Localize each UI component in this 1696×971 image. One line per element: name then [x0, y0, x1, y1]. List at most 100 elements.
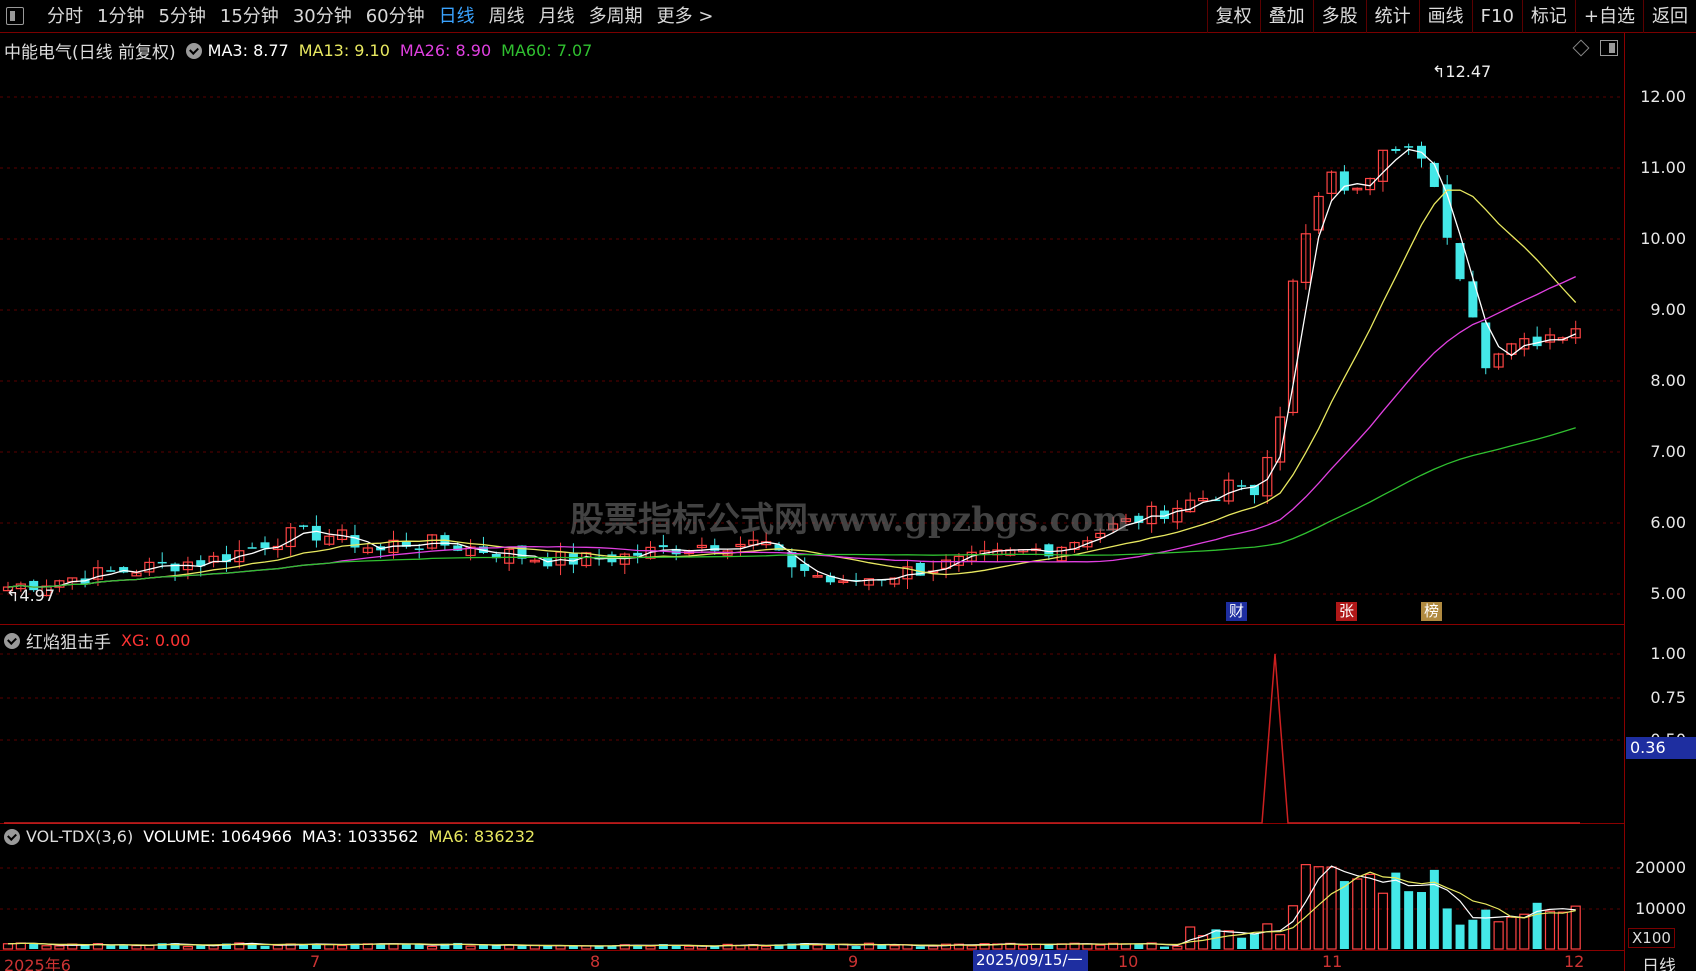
- indicator-xg: XG: 0.00: [121, 631, 191, 650]
- chart-canvas[interactable]: [0, 0, 1624, 950]
- volume-bar: [1352, 878, 1363, 950]
- volume-bar: [928, 945, 939, 950]
- indicator-signal-line: [4, 653, 1580, 824]
- volume-bar: [131, 945, 142, 950]
- candle-body: [1481, 322, 1491, 369]
- volume-toggle-icon[interactable]: [4, 828, 20, 845]
- price-tick: 9.00: [1650, 300, 1686, 319]
- candle-body: [568, 553, 578, 565]
- volume-name[interactable]: VOL-TDX(3,6): [26, 827, 133, 846]
- volume-bar: [1481, 909, 1491, 949]
- watermark: 股票指标公式网www.gpzbgs.com: [570, 500, 1129, 540]
- volume-bar: [1442, 908, 1452, 949]
- indicator-tick: 0.75: [1650, 688, 1686, 707]
- volume-bar: [1262, 923, 1273, 950]
- indicator-name[interactable]: 红焰狙击手: [26, 628, 111, 653]
- cursor-date: 2025/09/15/一: [973, 950, 1088, 971]
- volume-bar: [1557, 911, 1568, 950]
- volume-bar: [1455, 924, 1465, 949]
- price-axis-divider: [1624, 33, 1625, 971]
- x-axis-label: 10: [1118, 952, 1139, 971]
- volume-bar: [761, 945, 772, 950]
- volume-bar: [1532, 902, 1542, 949]
- volume-bar: [517, 946, 527, 949]
- volume-bar: [337, 944, 348, 950]
- volume-bar: [414, 944, 424, 949]
- volume-bar: [555, 945, 566, 950]
- volume-bar: [966, 945, 977, 950]
- volume-bar: [504, 944, 515, 950]
- x-axis-label: 11: [1322, 952, 1343, 971]
- volume-value: VOLUME: 1064966: [143, 827, 292, 846]
- volume-bar: [889, 945, 900, 950]
- volume-bar: [106, 945, 116, 949]
- marker-limit-up[interactable]: 张: [1336, 602, 1358, 621]
- price-tick: 6.00: [1650, 513, 1686, 532]
- indicator-legend: 红焰狙击手 XG: 0.00: [4, 628, 200, 653]
- candle-body: [247, 547, 257, 549]
- volume-bar: [272, 944, 283, 950]
- candle-body: [1429, 162, 1439, 187]
- x-axis-label: 12: [1564, 952, 1585, 971]
- low-price-label: ↰4.97: [6, 586, 56, 605]
- candle-body: [1404, 146, 1414, 148]
- volume-bar: [1018, 944, 1029, 950]
- candle-body: [157, 561, 167, 564]
- x-axis-label: 2025年6: [4, 956, 71, 971]
- price-tick: 11.00: [1640, 158, 1686, 177]
- volume-bar: [260, 945, 270, 949]
- volume-bar: [1339, 881, 1349, 949]
- volume-bar: [1364, 873, 1376, 950]
- volume-unit: X100: [1628, 928, 1675, 948]
- price-tick: 10.00: [1640, 229, 1686, 248]
- candle-body: [1237, 485, 1247, 487]
- volume-bar: [1249, 933, 1259, 949]
- volume-bar: [1237, 937, 1247, 949]
- indicator-toggle-icon[interactable]: [4, 632, 20, 649]
- indicator-current-value: 0.36: [1626, 737, 1696, 759]
- marker-finance[interactable]: 财: [1226, 602, 1248, 621]
- indicator-tick: 1.00: [1650, 644, 1686, 663]
- volume-bar: [1404, 891, 1414, 949]
- marker-dragon-tiger[interactable]: 榜: [1421, 602, 1443, 621]
- volume-bar: [196, 945, 206, 949]
- x-axis-label: 9: [848, 952, 859, 971]
- volume-bar: [54, 945, 65, 950]
- volume-bar: [41, 945, 52, 950]
- candle-body: [1391, 148, 1401, 151]
- volume-bar: [812, 944, 823, 950]
- candle-body: [1442, 184, 1452, 238]
- volume-bar: [1095, 944, 1106, 950]
- volume-bar: [645, 945, 656, 950]
- volume-bar: [1570, 905, 1581, 950]
- candle-body: [170, 563, 180, 572]
- volume-bar: [29, 943, 39, 949]
- candle-body: [106, 570, 116, 572]
- volume-bar: [1160, 946, 1169, 949]
- volume-bar: [1544, 910, 1556, 950]
- volume-bar: [825, 944, 835, 949]
- price-tick: 8.00: [1650, 371, 1686, 390]
- volume-legend: VOL-TDX(3,6) VOLUME: 1064966 MA3: 103356…: [4, 827, 545, 846]
- volume-bar: [1134, 943, 1144, 949]
- toolbar-tab-8[interactable]: 返回: [1643, 0, 1696, 33]
- volume-bar: [1493, 921, 1504, 950]
- volume-bar: [915, 946, 925, 949]
- price-tick: 7.00: [1650, 442, 1686, 461]
- volume-bar: [478, 944, 488, 949]
- volume-bar: [683, 945, 695, 950]
- candle-body: [1455, 243, 1465, 280]
- volume-bar: [80, 945, 90, 949]
- period-label[interactable]: 日线: [1642, 952, 1676, 971]
- volume-bar: [1326, 866, 1337, 950]
- volume-bar: [401, 944, 411, 949]
- price-tick: 5.00: [1650, 584, 1686, 603]
- volume-bar: [119, 945, 129, 949]
- volume-bar: [1185, 926, 1196, 950]
- high-price-label: ↰12.47: [1432, 62, 1492, 81]
- price-tick: 12.00: [1640, 87, 1686, 106]
- volume-ma6: MA6: 836232: [428, 827, 536, 846]
- volume-bar: [1519, 913, 1530, 950]
- candle-body: [260, 542, 270, 549]
- volume-bar: [1275, 934, 1286, 950]
